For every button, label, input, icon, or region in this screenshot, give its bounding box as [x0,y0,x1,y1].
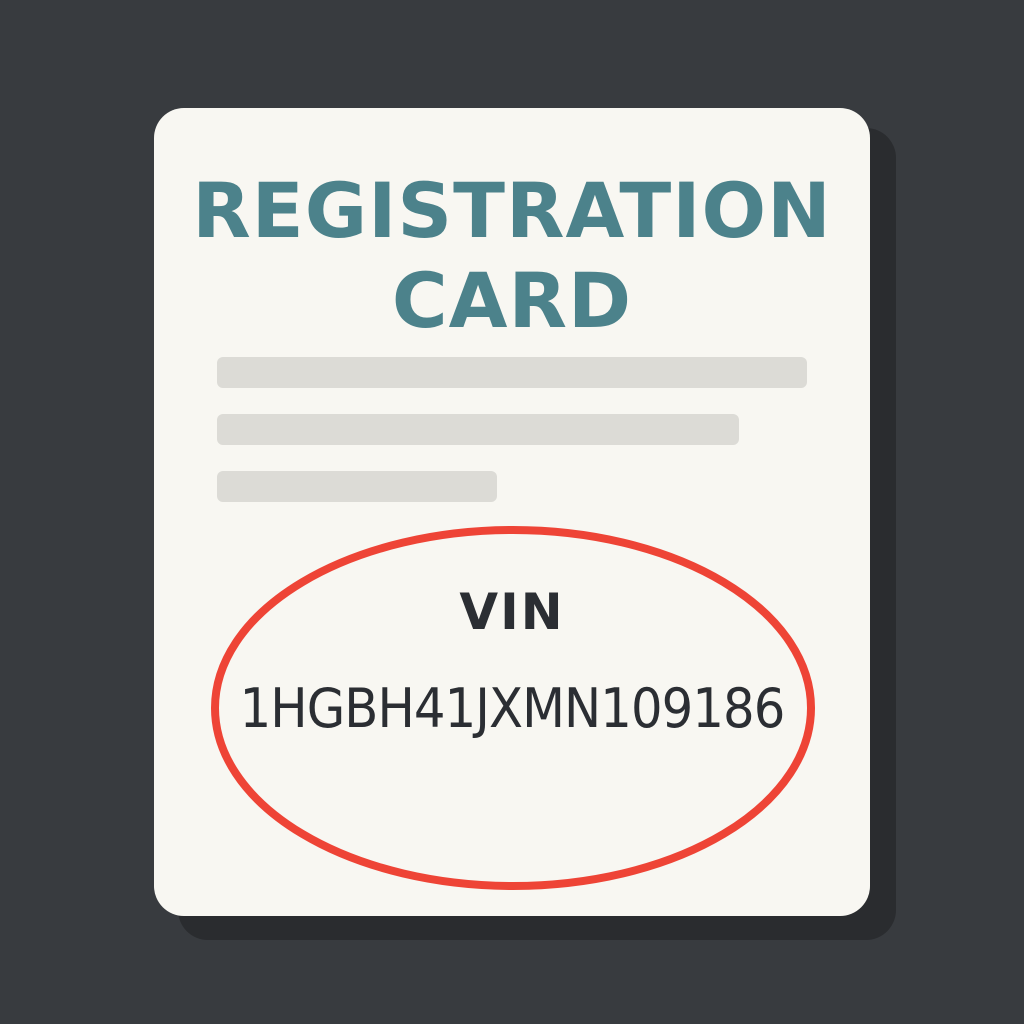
card-title-line-1: REGISTRATION [192,166,832,255]
card-title: REGISTRATION CARD [154,166,870,346]
card-title-line-2: CARD [391,256,633,345]
placeholder-text-line-3 [217,471,497,502]
vin-label: VIN [459,583,565,641]
placeholder-text-line-1 [217,357,807,388]
vin-number: 1HGBH41JXMN109186 [239,677,786,740]
placeholder-text-line-2 [217,414,739,445]
canvas: REGISTRATION CARD VIN 1HGBH41JXMN109186 [0,0,1024,1024]
